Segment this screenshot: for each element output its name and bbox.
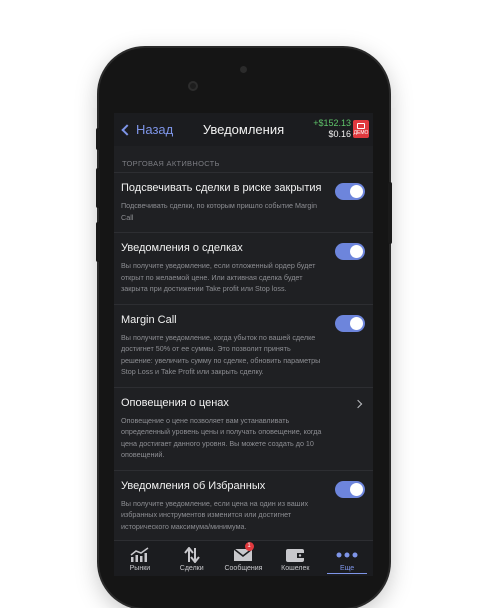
risk-highlight-toggle[interactable] [335,183,365,200]
setting-description: Вы получите уведомление, когда убыток по… [121,332,321,377]
tab-bar: Рынки Сделки 1 Сообщения Кошелек Еще [114,540,373,576]
unread-badge: 1 [244,542,254,551]
wallet-icon [269,544,321,565]
tab-label: Рынки [129,565,151,572]
setting-title: Margin Call [121,313,177,326]
tab-more[interactable]: Еще [321,541,373,576]
tab-label: Кошелек [281,565,310,572]
favorites-toggle[interactable] [335,480,365,498]
trades-arrows-icon [166,544,218,565]
phone-side-button [96,128,100,150]
section-header: ТОРГОВАЯ АКТИВНОСТЬ [122,159,220,168]
setting-row-margin-call: Margin Call Вы получите уведомление, ког… [114,303,373,387]
phone-power-button [388,182,392,244]
setting-row-favorites: Уведомления об Избранных Вы получите уве… [114,469,373,542]
setting-title: Уведомления об Избранных [121,479,266,492]
toggle-knob [350,185,363,198]
settings-list: Подсвечивать сделки в риске закрытия Под… [114,172,373,541]
gem-icon [357,123,365,129]
setting-description: Вы получите уведомление, если отложенный… [121,261,316,293]
setting-description: Вы получите уведомление, если цена на од… [121,498,309,531]
setting-row-price-alerts[interactable]: Оповещения о ценах Оповещение о цене поз… [114,386,373,470]
phone-speaker [240,66,247,73]
chevron-right-icon [353,399,363,408]
demo-account-badge[interactable]: ДЕМО [353,120,369,138]
envelope-icon [218,544,270,565]
margin-call-toggle[interactable] [335,314,365,332]
app-screen: Назад Уведомления +$152.13 $0.16 ДЕМО ТО… [114,113,373,576]
tab-messages[interactable]: 1 Сообщения [218,541,270,576]
phone-volume-up-button [96,168,100,208]
setting-row-trade-notifications: Уведомления о сделках Вы получите уведом… [114,232,373,304]
balance-display[interactable]: +$152.13 $0.16 [313,118,351,140]
setting-description: Оповещение о цене позволяет вам устанавл… [121,415,322,460]
phone-volume-down-button [96,222,100,262]
demo-label: ДЕМО [353,130,369,136]
toggle-knob [350,316,363,330]
tab-markets[interactable]: Рынки [114,541,166,576]
setting-description: Подсвечивать сделки, по которым пришло с… [121,201,317,222]
setting-title: Оповещения о ценах [121,396,229,409]
phone-camera [188,81,198,91]
tab-label: Сделки [179,565,204,572]
tab-wallet[interactable]: Кошелек [269,541,321,576]
tab-trades[interactable]: Сделки [166,541,218,576]
toggle-knob [350,245,363,258]
toggle-knob [350,482,363,496]
tab-label: Сообщения [224,565,263,572]
setting-title: Уведомления о сделках [121,242,243,254]
nav-bar: Назад Уведомления +$152.13 $0.16 ДЕМО [114,113,373,146]
setting-title: Подсвечивать сделки в риске закрытия [121,182,322,194]
balance-value: $0.16 [328,129,351,139]
setting-row-risk-highlight: Подсвечивать сделки в риске закрытия Под… [114,172,373,232]
tab-label: Еще [339,565,355,572]
chart-icon [114,544,166,565]
trade-notifications-toggle[interactable] [335,243,365,260]
more-dots-icon [321,544,373,565]
balance-change: +$152.13 [313,118,351,128]
